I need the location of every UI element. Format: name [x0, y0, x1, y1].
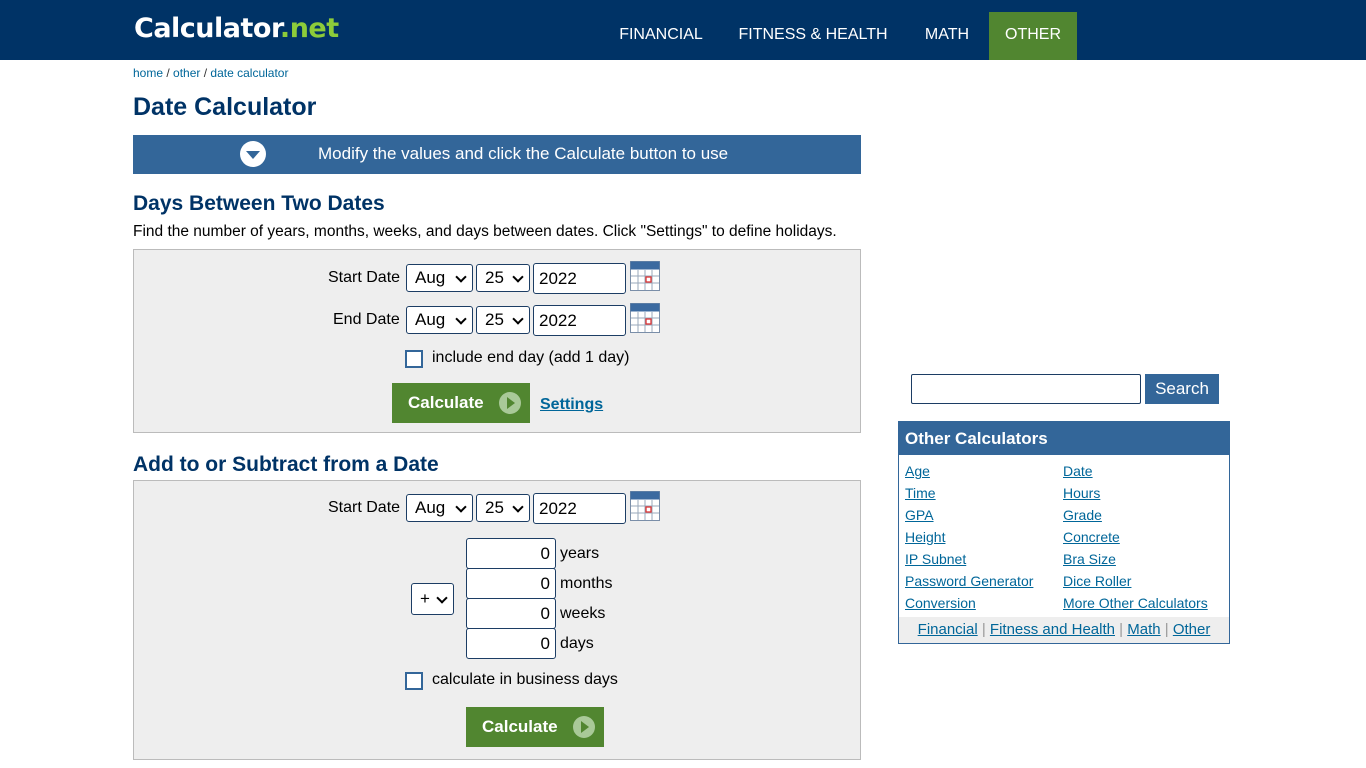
nav-other[interactable]: OTHER — [989, 12, 1077, 60]
search-button[interactable]: Search — [1145, 374, 1219, 404]
months-label: months — [560, 575, 613, 592]
other-link-height[interactable]: Height — [905, 528, 945, 546]
other-link-concrete[interactable]: Concrete — [1063, 528, 1120, 546]
end-day-select[interactable]: 25 — [476, 306, 530, 334]
start-year-input[interactable]: 2022 — [533, 263, 626, 294]
start-day-select[interactable]: 25 — [476, 264, 530, 292]
end-month-select[interactable]: Aug — [406, 306, 473, 334]
chevron-down-icon — [512, 313, 524, 325]
banner-text: Modify the values and click the Calculat… — [318, 144, 729, 163]
include-end-day-label: include end day (add 1 day) — [432, 349, 630, 366]
years-label: years — [560, 545, 600, 562]
top-navigation-bar: Calculator.net FINANCIAL FITNESS & HEALT… — [0, 0, 1366, 60]
business-days-checkbox[interactable] — [405, 672, 423, 690]
add-start-year-input[interactable]: 2022 — [533, 493, 626, 524]
years-input[interactable]: 0 — [466, 538, 556, 569]
settings-link[interactable]: Settings — [540, 395, 603, 415]
add-start-day-select[interactable]: 25 — [476, 494, 530, 522]
days-label: days — [560, 635, 594, 652]
nav-fitness-health[interactable]: FITNESS & HEALTH — [724, 12, 902, 60]
weeks-label: weeks — [560, 605, 606, 622]
other-link-gpa[interactable]: GPA — [905, 506, 934, 524]
breadcrumb-current[interactable]: date calculator — [210, 66, 288, 80]
footer-link-fitness-health[interactable]: Fitness and Health — [990, 621, 1115, 638]
chevron-down-icon — [512, 271, 524, 283]
other-calculators-title: Other Calculators — [899, 422, 1229, 455]
page-title: Date Calculator — [133, 93, 317, 121]
business-days-label: calculate in business days — [432, 671, 618, 688]
chevron-down-icon — [455, 501, 467, 513]
include-end-day-checkbox[interactable] — [405, 350, 423, 368]
category-footer-links: Financial | Fitness and Health | Math | … — [899, 617, 1229, 643]
other-link-more[interactable]: More Other Calculators — [1063, 594, 1208, 612]
nav-math[interactable]: MATH — [910, 12, 984, 60]
section-add-subtract-heading: Add to or Subtract from a Date — [133, 453, 439, 476]
other-link-password-generator[interactable]: Password Generator — [905, 572, 1033, 590]
calculate-add-button[interactable]: Calculate — [466, 707, 604, 747]
calendar-icon[interactable] — [630, 303, 660, 333]
other-link-time[interactable]: Time — [905, 484, 936, 502]
start-month-select[interactable]: Aug — [406, 264, 473, 292]
footer-link-financial[interactable]: Financial — [918, 621, 978, 638]
play-arrow-icon — [499, 392, 521, 414]
other-link-bra-size[interactable]: Bra Size — [1063, 550, 1116, 568]
chevron-down-icon — [512, 501, 524, 513]
other-link-date[interactable]: Date — [1063, 462, 1093, 480]
end-date-label: End Date — [333, 311, 400, 328]
months-input[interactable]: 0 — [466, 568, 556, 599]
chevron-down-icon — [455, 313, 467, 325]
instruction-banner[interactable]: Modify the values and click the Calculat… — [133, 135, 861, 174]
chevron-down-icon — [455, 271, 467, 283]
section-days-between-heading: Days Between Two Dates — [133, 192, 385, 215]
calendar-icon[interactable] — [630, 491, 660, 521]
start-date-label: Start Date — [328, 499, 401, 516]
play-arrow-icon — [573, 716, 595, 738]
other-link-grade[interactable]: Grade — [1063, 506, 1102, 524]
nav-financial[interactable]: FINANCIAL — [604, 12, 718, 60]
chevron-down-icon[interactable] — [240, 141, 266, 167]
chevron-down-icon — [436, 592, 448, 604]
other-link-age[interactable]: Age — [905, 462, 930, 480]
section-days-between-description: Find the number of years, months, weeks,… — [133, 223, 837, 240]
breadcrumb: home / other / date calculator — [133, 66, 289, 80]
weeks-input[interactable]: 0 — [466, 598, 556, 629]
start-date-label: Start Date — [328, 269, 401, 286]
other-calculators-panel: Other Calculators Age Time GPA Height IP… — [898, 421, 1230, 644]
end-year-input[interactable]: 2022 — [533, 305, 626, 336]
breadcrumb-other[interactable]: other — [173, 66, 200, 80]
breadcrumb-home[interactable]: home — [133, 66, 163, 80]
operator-select[interactable]: + — [411, 583, 454, 615]
other-link-ip-subnet[interactable]: IP Subnet — [905, 550, 966, 568]
calculate-days-button[interactable]: Calculate — [392, 383, 530, 423]
footer-link-math[interactable]: Math — [1127, 621, 1160, 638]
add-start-month-select[interactable]: Aug — [406, 494, 473, 522]
other-link-hours[interactable]: Hours — [1063, 484, 1100, 502]
search-input[interactable] — [911, 374, 1141, 404]
days-between-form: Start Date Aug 25 2022 End Date Aug 25 2… — [133, 249, 861, 433]
footer-link-other[interactable]: Other — [1173, 621, 1211, 638]
days-input[interactable]: 0 — [466, 628, 556, 659]
other-link-dice-roller[interactable]: Dice Roller — [1063, 572, 1131, 590]
add-subtract-form: Start Date Aug 25 2022 + 0 years 0 month… — [133, 480, 861, 760]
other-link-conversion[interactable]: Conversion — [905, 594, 976, 612]
calendar-icon[interactable] — [630, 261, 660, 291]
site-logo[interactable]: Calculator.net — [134, 12, 339, 46]
